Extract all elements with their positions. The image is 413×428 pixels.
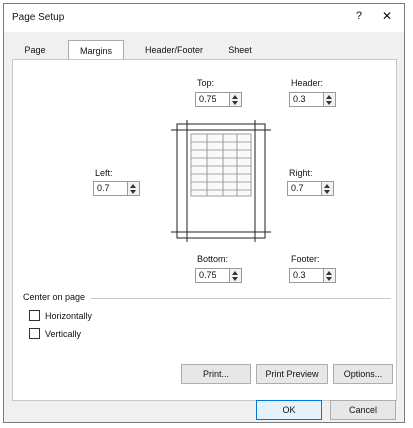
spin-down-icon[interactable] <box>130 190 136 194</box>
margins-panel: Top: 0.75 Header: 0.3 Left: 0.7 Right: 0… <box>12 59 397 401</box>
options-button[interactable]: Options... <box>333 364 393 384</box>
page-preview <box>171 120 271 242</box>
spin-down-icon[interactable] <box>232 277 238 281</box>
dialog-title: Page Setup <box>12 12 65 23</box>
ok-button[interactable]: OK <box>256 400 322 420</box>
footer-label: Footer: <box>291 254 320 264</box>
bottom-label: Bottom: <box>197 254 229 264</box>
spin-up-icon[interactable] <box>130 184 136 188</box>
horizontally-label: Horizontally <box>45 311 93 321</box>
header-spin-arrows[interactable] <box>323 93 335 106</box>
vertically-checkbox[interactable] <box>29 328 40 339</box>
close-icon[interactable]: ✕ <box>382 9 392 23</box>
left-label: Left: <box>95 168 113 178</box>
group-divider <box>91 298 391 299</box>
left-spin-arrows[interactable] <box>127 182 139 195</box>
spin-up-icon[interactable] <box>324 184 330 188</box>
top-label: Top: <box>197 78 215 88</box>
cancel-button[interactable]: Cancel <box>330 400 396 420</box>
tab-page[interactable]: Page <box>18 42 52 59</box>
footer-spinner[interactable]: 0.3 <box>289 268 336 283</box>
right-label: Right: <box>289 168 313 178</box>
spin-up-icon[interactable] <box>326 271 332 275</box>
tab-sheet[interactable]: Sheet <box>222 42 258 59</box>
spin-down-icon[interactable] <box>232 101 238 105</box>
right-value: 0.7 <box>291 183 304 193</box>
spin-up-icon[interactable] <box>326 95 332 99</box>
spin-down-icon[interactable] <box>326 101 332 105</box>
title-bar: Page Setup ? ✕ <box>4 4 404 32</box>
right-spin-arrows[interactable] <box>321 182 333 195</box>
spin-down-icon[interactable] <box>324 190 330 194</box>
vertically-label: Vertically <box>45 329 82 339</box>
print-preview-button[interactable]: Print Preview <box>256 364 328 384</box>
footer-spin-arrows[interactable] <box>323 269 335 282</box>
tab-margins[interactable]: Margins <box>68 40 124 61</box>
spin-up-icon[interactable] <box>232 271 238 275</box>
spin-down-icon[interactable] <box>326 277 332 281</box>
help-icon[interactable]: ? <box>356 10 362 22</box>
header-spinner[interactable]: 0.3 <box>289 92 336 107</box>
tab-header-footer[interactable]: Header/Footer <box>132 42 216 59</box>
left-value: 0.7 <box>97 183 110 193</box>
header-value: 0.3 <box>293 94 306 104</box>
right-spinner[interactable]: 0.7 <box>287 181 334 196</box>
bottom-spinner[interactable]: 0.75 <box>195 268 242 283</box>
top-spin-arrows[interactable] <box>229 93 241 106</box>
left-spinner[interactable]: 0.7 <box>93 181 140 196</box>
cell-grid <box>190 133 252 197</box>
spin-up-icon[interactable] <box>232 95 238 99</box>
page-setup-dialog: Page Setup ? ✕ Page Margins Header/Foote… <box>3 3 405 423</box>
footer-value: 0.3 <box>293 270 306 280</box>
center-on-page-heading: Center on page <box>23 292 86 302</box>
bottom-value: 0.75 <box>199 270 217 280</box>
horizontally-checkbox[interactable] <box>29 310 40 321</box>
print-button[interactable]: Print... <box>181 364 251 384</box>
top-spinner[interactable]: 0.75 <box>195 92 242 107</box>
header-label: Header: <box>291 78 324 88</box>
top-value: 0.75 <box>199 94 217 104</box>
bottom-spin-arrows[interactable] <box>229 269 241 282</box>
